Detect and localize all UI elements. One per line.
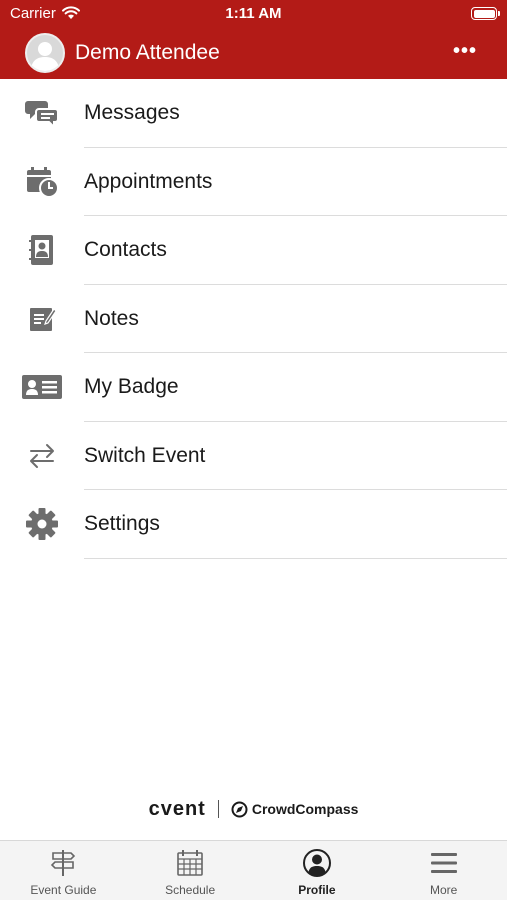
menu-item-label: Contacts bbox=[84, 238, 167, 261]
menu-item-appointments[interactable]: Appointments bbox=[0, 148, 507, 216]
app-header: Carrier 1:11 AM Demo Attendee ••• bbox=[0, 0, 507, 79]
calendar-icon bbox=[177, 850, 203, 876]
crowdcompass-label: CrowdCompass bbox=[251, 801, 359, 817]
badge-icon bbox=[22, 367, 62, 407]
battery-icon bbox=[471, 7, 500, 20]
more-options-button[interactable]: ••• bbox=[453, 40, 477, 63]
menu-icon bbox=[430, 853, 457, 873]
tab-label: Profile bbox=[298, 883, 336, 897]
menu-item-label: Appointments bbox=[84, 169, 213, 193]
divider bbox=[217, 800, 219, 818]
chat-icon bbox=[22, 93, 62, 133]
branding-footer: cvent CrowdCompass bbox=[0, 797, 507, 821]
switch-arrows-icon bbox=[22, 436, 62, 476]
tab-bar: Event Guide Schedule Profile More bbox=[0, 840, 507, 900]
contact-book-icon bbox=[22, 230, 62, 270]
menu-item-notes[interactable]: Notes bbox=[0, 285, 507, 353]
profile-menu: Messages Appointments Contacts Notes My … bbox=[0, 79, 507, 559]
tab-event-guide[interactable]: Event Guide bbox=[0, 841, 127, 900]
cvent-logo: cvent bbox=[148, 797, 206, 820]
menu-item-label: My Badge bbox=[84, 375, 179, 398]
compass-icon bbox=[231, 801, 248, 817]
tab-label: Event Guide bbox=[30, 883, 97, 897]
avatar[interactable] bbox=[25, 33, 65, 73]
note-icon bbox=[22, 299, 62, 339]
status-bar: Carrier 1:11 AM bbox=[0, 0, 507, 28]
menu-item-label: Switch Event bbox=[84, 443, 206, 467]
menu-item-messages[interactable]: Messages bbox=[0, 79, 507, 148]
menu-item-settings[interactable]: Settings bbox=[0, 490, 507, 559]
divider bbox=[84, 557, 507, 559]
clock: 1:11 AM bbox=[225, 5, 282, 22]
menu-item-label: Notes bbox=[84, 306, 139, 330]
menu-item-label: Settings bbox=[84, 512, 160, 535]
tab-schedule[interactable]: Schedule bbox=[127, 841, 254, 900]
tab-more[interactable]: More bbox=[380, 841, 507, 900]
menu-item-my-badge[interactable]: My Badge bbox=[0, 353, 507, 422]
menu-item-switch-event[interactable]: Switch Event bbox=[0, 422, 507, 490]
user-name: Demo Attendee bbox=[75, 41, 220, 64]
gear-icon bbox=[22, 504, 62, 544]
crowdcompass-logo: CrowdCompass bbox=[231, 801, 359, 818]
signpost-icon bbox=[51, 850, 76, 876]
tab-label: More bbox=[429, 883, 458, 897]
profile-icon bbox=[302, 849, 331, 877]
calendar-clock-icon bbox=[22, 162, 62, 202]
menu-item-contacts[interactable]: Contacts bbox=[0, 216, 507, 285]
menu-item-label: Messages bbox=[84, 101, 180, 124]
tab-label: Schedule bbox=[165, 883, 216, 897]
tab-profile[interactable]: Profile bbox=[254, 841, 381, 900]
